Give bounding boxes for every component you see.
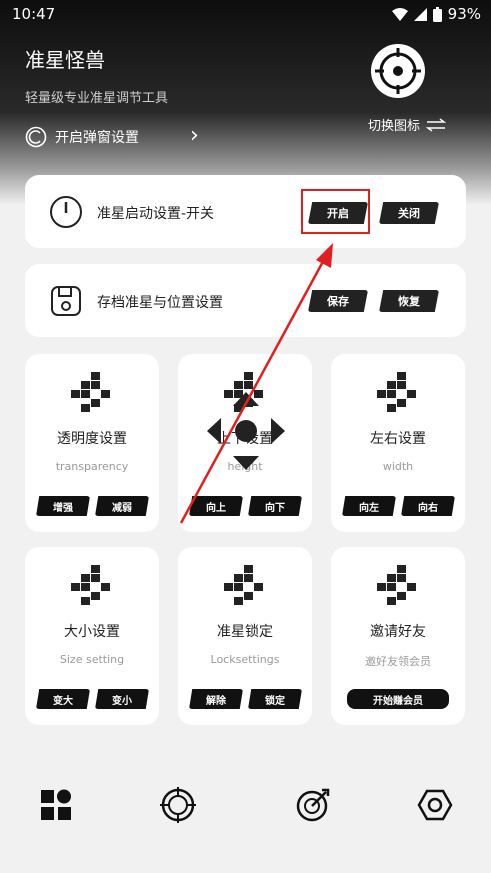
enlarge-button[interactable]: 变大 — [36, 689, 90, 709]
nav-settings-icon[interactable] — [415, 785, 455, 825]
move-left-button[interactable]: 向左 — [342, 496, 396, 516]
size-card: 大小设置 Size setting 变大 变小 — [25, 547, 159, 725]
lock-button[interactable]: 锁定 — [248, 689, 302, 709]
move-right-button[interactable]: 向右 — [401, 496, 455, 516]
lock-subtitle: Locksettings — [210, 653, 280, 666]
size-subtitle: Size setting — [59, 653, 125, 666]
crosshair-logo-icon[interactable] — [370, 43, 426, 99]
pixel-crosshair-icon — [377, 372, 416, 412]
lock-card: 准星锁定 Locksettings 解除 锁定 — [178, 547, 312, 725]
battery-icon — [432, 6, 442, 22]
move-down-button[interactable]: 向下 — [248, 496, 302, 516]
popup-setting-label: 开启弹窗设置 — [55, 130, 139, 146]
width-subtitle: width — [382, 460, 414, 473]
lock-title: 准星锁定 — [217, 624, 273, 640]
decrease-opacity-button[interactable]: 减弱 — [95, 496, 149, 516]
pixel-crosshair-icon — [71, 372, 110, 412]
nav-grid-icon[interactable] — [36, 785, 76, 825]
earn-membership-button[interactable]: 开始赚会员 — [347, 689, 449, 709]
pixel-crosshair-icon — [377, 565, 416, 605]
save-setting-card: 存档准星与位置设置 保存 恢复 — [25, 264, 466, 337]
pixel-crosshair-icon — [224, 565, 263, 605]
switch-icon-label: 切换图标 — [368, 119, 421, 134]
nav-target-icon[interactable] — [293, 785, 333, 825]
swap-arrows-icon — [426, 117, 447, 132]
pixel-crosshair-icon — [71, 565, 110, 605]
transparency-title: 透明度设置 — [57, 431, 127, 447]
switch-icon-button[interactable]: 切换图标 — [368, 115, 447, 134]
status-bar: 10:47 93% — [0, 0, 491, 28]
invite-card: 邀请好友 邀好友领会员 开始赚会员 — [331, 547, 465, 725]
floppy-save-icon — [51, 286, 81, 316]
nav-crosshair-icon[interactable] — [158, 785, 198, 825]
annotation-highlight-box — [301, 189, 370, 234]
restore-button[interactable]: 恢复 — [379, 290, 439, 312]
invite-subtitle: 邀好友领会员 — [365, 655, 431, 668]
unlock-button[interactable]: 解除 — [189, 689, 243, 709]
power-setting-card: 准星启动设置-开关 开启 关闭 — [25, 175, 466, 248]
chevron-right-icon: › — [190, 123, 199, 148]
width-title: 左右设置 — [370, 431, 426, 447]
power-icon — [50, 196, 82, 228]
save-button[interactable]: 保存 — [308, 290, 368, 312]
status-icons: 93% — [391, 5, 481, 23]
power-setting-label: 准星启动设置-开关 — [97, 206, 215, 222]
move-up-button[interactable]: 向上 — [189, 496, 243, 516]
width-card: 左右设置 width 向左 向右 — [331, 354, 465, 532]
status-time: 10:47 — [12, 5, 56, 23]
wifi-icon — [391, 7, 408, 21]
size-title: 大小设置 — [64, 624, 120, 640]
shrink-button[interactable]: 变小 — [95, 689, 149, 709]
popup-setting-button[interactable]: 开启弹窗设置 › — [25, 123, 210, 148]
increase-opacity-button[interactable]: 增强 — [36, 496, 90, 516]
save-setting-label: 存档准星与位置设置 — [97, 295, 223, 311]
power-off-button[interactable]: 关闭 — [379, 202, 439, 224]
signal-icon — [413, 7, 427, 21]
battery-level: 93% — [447, 5, 481, 23]
transparency-card: 透明度设置 transparency 增强 减弱 — [25, 354, 159, 532]
popup-ring-icon — [25, 126, 47, 148]
floating-crosshair-icon[interactable] — [205, 390, 287, 472]
transparency-subtitle: transparency — [55, 460, 129, 473]
invite-title: 邀请好友 — [370, 624, 426, 640]
app-title: 准星怪兽 — [25, 48, 105, 72]
app-subtitle: 轻量级专业准星调节工具 — [25, 91, 169, 106]
